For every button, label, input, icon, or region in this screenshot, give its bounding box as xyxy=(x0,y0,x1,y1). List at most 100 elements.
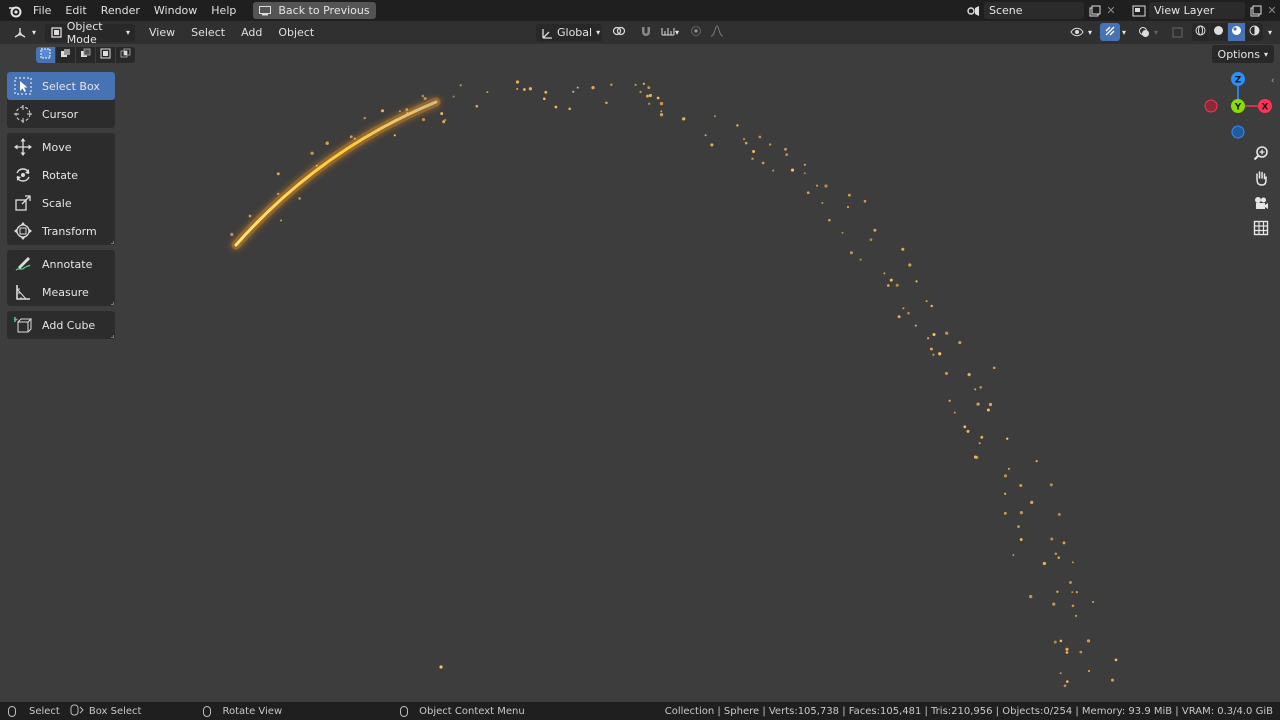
tool-scale[interactable]: Scale xyxy=(7,189,115,217)
particle xyxy=(863,199,867,203)
particle xyxy=(605,101,608,105)
overlays-icon[interactable] xyxy=(1136,24,1152,40)
comet-streak xyxy=(231,97,441,250)
menu-select[interactable]: Select xyxy=(183,26,233,39)
new-view-layer-icon[interactable] xyxy=(1248,3,1264,19)
solid-shading-button[interactable] xyxy=(1209,23,1227,41)
orientation-label: Global xyxy=(557,26,593,39)
gizmo-icon xyxy=(1104,25,1116,40)
particle xyxy=(945,331,949,335)
particle xyxy=(772,169,775,172)
particle xyxy=(1071,591,1074,594)
particle xyxy=(475,104,479,108)
particle xyxy=(645,94,649,98)
scene-icon[interactable] xyxy=(962,3,984,19)
gizmo-toggle[interactable] xyxy=(1099,23,1120,41)
falloff-dropdown[interactable] xyxy=(707,24,727,42)
particle xyxy=(405,108,409,111)
particle xyxy=(1086,639,1091,643)
particle xyxy=(785,153,789,157)
camera-icon[interactable] xyxy=(1250,192,1272,214)
menu-edit[interactable]: Edit xyxy=(58,0,93,21)
close-view-layer-icon[interactable]: ✕ xyxy=(1264,3,1280,19)
snap-target-dropdown[interactable]: ▾ xyxy=(657,24,683,42)
particle xyxy=(398,110,401,113)
menu-object[interactable]: Object xyxy=(270,26,322,39)
options-dropdown[interactable]: Options ▾ xyxy=(1211,45,1274,63)
mouse-drag-icon xyxy=(70,704,84,719)
pivot-point-dropdown[interactable] xyxy=(607,24,633,42)
close-scene-icon[interactable]: ✕ xyxy=(1103,3,1119,19)
proportional-edit-toggle[interactable] xyxy=(686,24,706,42)
particle xyxy=(824,184,828,188)
particle xyxy=(926,337,930,340)
3d-viewport[interactable] xyxy=(0,44,1280,699)
particle xyxy=(452,95,455,98)
menu-file[interactable]: File xyxy=(26,0,58,21)
particle xyxy=(713,115,716,118)
zoom-icon[interactable] xyxy=(1250,142,1272,164)
status-rotate-view: Rotate View xyxy=(203,705,282,717)
tool-select-box[interactable]: Select Box xyxy=(7,72,115,100)
blender-logo-icon[interactable] xyxy=(4,0,26,21)
particle xyxy=(1088,670,1090,672)
pan-hand-icon[interactable] xyxy=(1250,167,1272,189)
particle xyxy=(784,147,787,151)
particle xyxy=(980,435,984,439)
chevron-down-icon[interactable]: ▾ xyxy=(1088,28,1092,37)
menu-render[interactable]: Render xyxy=(94,0,147,21)
collapse-sidebar-icon[interactable]: ‹ xyxy=(1271,76,1275,86)
transform-orientation-dropdown[interactable]: Global ▾ xyxy=(536,23,602,42)
particle xyxy=(752,150,756,153)
particle-trail xyxy=(230,80,1118,688)
tool-rotate[interactable]: Rotate xyxy=(7,161,115,189)
wireframe-shading-button[interactable] xyxy=(1191,23,1209,41)
grid-icon[interactable] xyxy=(1250,217,1272,239)
menu-add[interactable]: Add xyxy=(233,26,270,39)
particle xyxy=(315,164,318,167)
tool-add-cube[interactable]: Add Cube xyxy=(7,311,115,339)
particle xyxy=(914,324,917,327)
xray-icon[interactable] xyxy=(1170,24,1186,40)
particle xyxy=(828,218,831,222)
scene-name-field[interactable]: Scene xyxy=(984,2,1084,19)
object-mode-dropdown[interactable]: Object Mode ▾ xyxy=(45,20,136,46)
chevron-down-icon[interactable]: ▾ xyxy=(1268,28,1272,37)
particle xyxy=(1075,591,1078,594)
back-to-previous-button[interactable]: Back to Previous xyxy=(253,2,376,19)
chevron-down-icon: ▾ xyxy=(596,28,601,37)
new-scene-icon[interactable] xyxy=(1087,3,1103,19)
chevron-down-icon[interactable]: ▾ xyxy=(1154,28,1158,37)
tool-measure[interactable]: Measure xyxy=(7,278,115,306)
particle xyxy=(953,411,956,414)
particle xyxy=(639,90,642,94)
back-to-previous-label: Back to Previous xyxy=(278,4,370,17)
particle xyxy=(410,111,414,114)
chevron-down-icon[interactable]: ▾ xyxy=(1122,28,1126,37)
particle xyxy=(932,353,935,356)
object-mode-label: Object Mode xyxy=(66,19,103,46)
snap-toggle[interactable] xyxy=(636,24,656,42)
tool-annotate[interactable]: Annotate xyxy=(7,250,115,278)
particle xyxy=(543,97,546,101)
visibility-icon[interactable] xyxy=(1068,24,1086,40)
particle xyxy=(948,399,951,402)
menu-window[interactable]: Window xyxy=(147,0,204,21)
tool-cursor[interactable]: Cursor xyxy=(7,100,115,128)
menu-view[interactable]: View xyxy=(141,26,183,39)
particle xyxy=(1007,467,1010,470)
particle xyxy=(1065,647,1069,651)
particle xyxy=(1057,556,1060,559)
material-preview-shading-button[interactable] xyxy=(1227,23,1245,41)
view-layer-icon[interactable] xyxy=(1129,3,1149,19)
particle xyxy=(988,402,993,407)
view-layer-field[interactable]: View Layer xyxy=(1149,2,1245,19)
tool-move[interactable]: Move xyxy=(7,133,115,161)
tool-transform[interactable]: Transform xyxy=(7,217,115,245)
navigation-gizmo[interactable]: Z X Y xyxy=(1200,70,1276,146)
particle xyxy=(1017,525,1020,528)
menu-help[interactable]: Help xyxy=(204,0,243,21)
editor-type-dropdown[interactable]: ▾ xyxy=(7,24,41,42)
particle xyxy=(1019,510,1024,515)
rendered-shading-button[interactable] xyxy=(1245,23,1263,41)
